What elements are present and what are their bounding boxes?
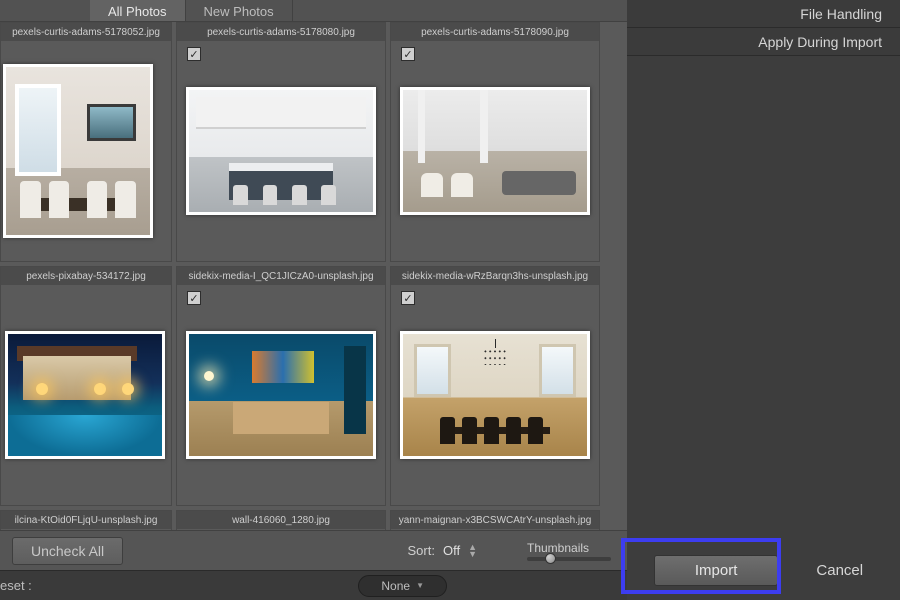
tabs-bar: All Photos New Photos: [0, 0, 627, 22]
thumbnail-checkbox[interactable]: ✓: [187, 291, 201, 305]
uncheck-all-button[interactable]: Uncheck All: [12, 537, 123, 565]
side-panel: File Handling Apply During Import Import…: [627, 0, 900, 600]
tab-all-photos[interactable]: All Photos: [90, 0, 186, 21]
panel-apply-during-import[interactable]: Apply During Import: [627, 28, 900, 56]
main-panel: All Photos New Photos pexels-curtis-adam…: [0, 0, 627, 600]
preset-label: eset :: [0, 578, 32, 593]
thumbnail-filename: pexels-curtis-adams-5178080.jpg: [177, 23, 385, 41]
cancel-button[interactable]: Cancel: [806, 556, 873, 585]
chevron-down-icon: ▼: [416, 581, 424, 590]
side-actions: Import Cancel: [627, 540, 900, 600]
thumbnails-label: Thumbnails: [527, 541, 589, 555]
thumbnail-checkbox[interactable]: ✓: [187, 47, 201, 61]
import-button[interactable]: Import: [654, 555, 779, 586]
thumbnail-size-slider[interactable]: [527, 557, 611, 561]
panel-file-handling[interactable]: File Handling: [627, 0, 900, 28]
thumbnail-filename: pexels-curtis-adams-5178090.jpg: [391, 23, 599, 41]
thumbnail-cell[interactable]: pexels-curtis-adams-5178080.jpg ✓: [176, 22, 386, 262]
tab-new-photos[interactable]: New Photos: [186, 0, 293, 21]
thumbnail-cell[interactable]: wall-416060_1280.jpg ✓: [176, 510, 386, 530]
thumbnail-checkbox[interactable]: ✓: [401, 47, 415, 61]
thumbnail-filename: wall-416060_1280.jpg: [177, 511, 385, 529]
thumbnail-cell[interactable]: pexels-pixabay-534172.jpg: [0, 266, 172, 506]
thumbnail-filename: yann-maignan-x3BCSWCAtrY-unsplash.jpg: [391, 511, 599, 529]
thumbnail-filename: pexels-curtis-adams-5178052.jpg: [1, 23, 171, 41]
sort-label: Sort:: [408, 543, 435, 558]
preset-dropdown[interactable]: None▼: [358, 575, 447, 597]
thumbnail-filename: ilcina-KtOid0FLjqU-unsplash.jpg: [1, 511, 171, 529]
thumbnail-checkbox[interactable]: ✓: [401, 291, 415, 305]
thumbnail-cell[interactable]: pexels-curtis-adams-5178090.jpg ✓: [390, 22, 600, 262]
thumbnail-filename: pexels-pixabay-534172.jpg: [1, 267, 171, 285]
thumbnail-grid: pexels-curtis-adams-5178052.jpg pexels-c…: [0, 22, 627, 530]
thumbnail-filename: sidekix-media-I_QC1JICzA0-unsplash.jpg: [177, 267, 385, 285]
footer-bar: eset : None▼: [0, 570, 627, 600]
thumbnail-filename: sidekix-media-wRzBarqn3hs-unsplash.jpg: [391, 267, 599, 285]
thumbnail-cell[interactable]: pexels-curtis-adams-5178052.jpg: [0, 22, 172, 262]
thumbnail-cell[interactable]: yann-maignan-x3BCSWCAtrY-unsplash.jpg ✓: [390, 510, 600, 530]
sort-value[interactable]: Off: [443, 543, 460, 558]
sort-stepper-icon[interactable]: ▲▼: [468, 544, 477, 558]
thumbnail-cell[interactable]: ilcina-KtOid0FLjqU-unsplash.jpg: [0, 510, 172, 530]
thumbnail-cell[interactable]: sidekix-media-I_QC1JICzA0-unsplash.jpg ✓: [176, 266, 386, 506]
grid-toolbar: Uncheck All Sort: Off ▲▼ Thumbnails: [0, 530, 627, 570]
thumbnail-cell[interactable]: sidekix-media-wRzBarqn3hs-unsplash.jpg ✓: [390, 266, 600, 506]
